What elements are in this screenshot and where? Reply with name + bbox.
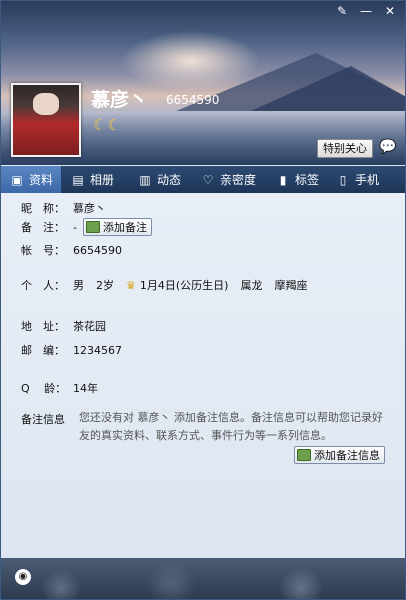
qzone-icon[interactable]: ◉ bbox=[15, 569, 31, 585]
note-icon bbox=[297, 449, 311, 461]
close-button[interactable]: ✕ bbox=[379, 3, 401, 19]
tab-label: 资料 bbox=[29, 173, 54, 187]
remark-label: 备 注： bbox=[21, 221, 65, 234]
nickname-value: 慕彦丶 bbox=[73, 202, 106, 215]
profile-nickname: 慕彦丶 bbox=[91, 89, 149, 111]
chat-icon[interactable]: 💬 bbox=[378, 138, 398, 156]
profile-qq-number: 6654590 bbox=[166, 93, 220, 107]
tab-label: 相册 bbox=[90, 173, 115, 187]
add-remark-label: 添加备注 bbox=[102, 221, 147, 234]
constellation-value: 摩羯座 bbox=[274, 279, 308, 292]
photo-icon: ▤ bbox=[72, 172, 84, 187]
personal-row: 个 人： 男 2岁 ♛ 1月4日(公历生日) 属龙 摩羯座 bbox=[21, 277, 319, 293]
postcode-value: 1234567 bbox=[73, 343, 122, 357]
tab-tags[interactable]: ▮ 标签 bbox=[267, 166, 327, 193]
nickname-row: 昵 称： 慕彦丶 bbox=[21, 200, 106, 216]
tab-phone[interactable]: ▯ 手机 bbox=[327, 166, 387, 193]
postcode-row: 邮 编： 1234567 bbox=[21, 342, 122, 358]
tab-bar: ▣ 资料 ▤ 相册 ▥ 动态 ♡ 亲密度 ▮ 标签 ▯ 手机 bbox=[1, 166, 405, 193]
footer-decoration bbox=[1, 558, 405, 599]
remark-icon bbox=[85, 221, 100, 233]
tab-album[interactable]: ▤ 相册 bbox=[62, 166, 129, 193]
note-label: 备注信息 bbox=[21, 413, 65, 426]
qage-row: Q 龄： 14年 bbox=[21, 380, 98, 396]
birthday-value: 1月4日(公历生日) bbox=[139, 279, 229, 292]
tab-label: 动态 bbox=[157, 173, 182, 187]
crown-icon: ♛ bbox=[126, 279, 136, 292]
qage-value: 14年 bbox=[73, 382, 98, 395]
note-description: 您还没有对 慕彦丶 添加备注信息。备注信息可以帮助您记录好友的真实资料、联系方式… bbox=[79, 411, 383, 442]
heart-icon: ♡ bbox=[202, 172, 214, 187]
minimize-button[interactable]: — bbox=[355, 3, 377, 19]
postcode-label: 邮 编： bbox=[21, 344, 65, 357]
tab-feed[interactable]: ▥ 动态 bbox=[129, 166, 192, 193]
avatar[interactable] bbox=[11, 83, 81, 157]
footer-bar bbox=[1, 558, 405, 599]
personal-values: 男 2岁 ♛ 1月4日(公历生日) 属龙 摩羯座 bbox=[73, 277, 319, 293]
profile-details: 昵 称： 慕彦丶 备 注： - 添加备注 帐 号： 6654590 个 人： 男… bbox=[1, 193, 405, 558]
remark-row: 备 注： - 添加备注 bbox=[21, 218, 152, 236]
profile-window: ✎ — ✕ 慕彦丶 6654590 ☾☾ 特别关心 💬 ▣ 资料 ▤ 相册 ▥ … bbox=[0, 0, 406, 600]
level-moon-icon[interactable]: ☾☾ bbox=[93, 116, 122, 134]
id-card-icon: ▣ bbox=[11, 172, 23, 187]
remark-value: - bbox=[73, 220, 77, 234]
tab-label: 手机 bbox=[355, 173, 380, 187]
age-value: 2岁 bbox=[96, 279, 114, 292]
window-controls: ✎ — ✕ bbox=[331, 3, 401, 19]
qage-label: Q 龄： bbox=[21, 382, 67, 395]
personal-label: 个 人： bbox=[21, 279, 65, 292]
account-value: 6654590 bbox=[73, 243, 122, 257]
gender-value: 男 bbox=[73, 279, 84, 292]
add-note-info-label: 添加备注信息 bbox=[314, 449, 380, 462]
account-row: 帐 号： 6654590 bbox=[21, 242, 122, 258]
address-value: 茶花园 bbox=[73, 320, 106, 333]
address-row: 地 址： 茶花园 bbox=[21, 318, 106, 334]
note-row: 备注信息 bbox=[21, 411, 73, 427]
tab-label: 亲密度 bbox=[220, 173, 257, 187]
tab-intimacy[interactable]: ♡ 亲密度 bbox=[192, 166, 267, 193]
add-note-info-button[interactable]: 添加备注信息 bbox=[294, 446, 385, 464]
zodiac-value: 属龙 bbox=[240, 279, 263, 292]
feed-icon: ▥ bbox=[139, 172, 151, 187]
phone-icon: ▯ bbox=[339, 172, 347, 187]
skin-icon[interactable]: ✎ bbox=[331, 3, 353, 19]
account-label: 帐 号： bbox=[21, 244, 65, 257]
avatar-face bbox=[33, 93, 59, 115]
tab-label: 标签 bbox=[295, 173, 320, 187]
bookmark-icon: ▮ bbox=[279, 172, 287, 187]
mountain-shadow bbox=[251, 66, 405, 111]
add-remark-button[interactable]: 添加备注 bbox=[82, 218, 152, 236]
tab-profile[interactable]: ▣ 资料 bbox=[1, 166, 62, 193]
nickname-label: 昵 称： bbox=[21, 202, 65, 215]
special-care-button[interactable]: 特别关心 bbox=[317, 139, 373, 158]
address-label: 地 址： bbox=[21, 320, 65, 333]
